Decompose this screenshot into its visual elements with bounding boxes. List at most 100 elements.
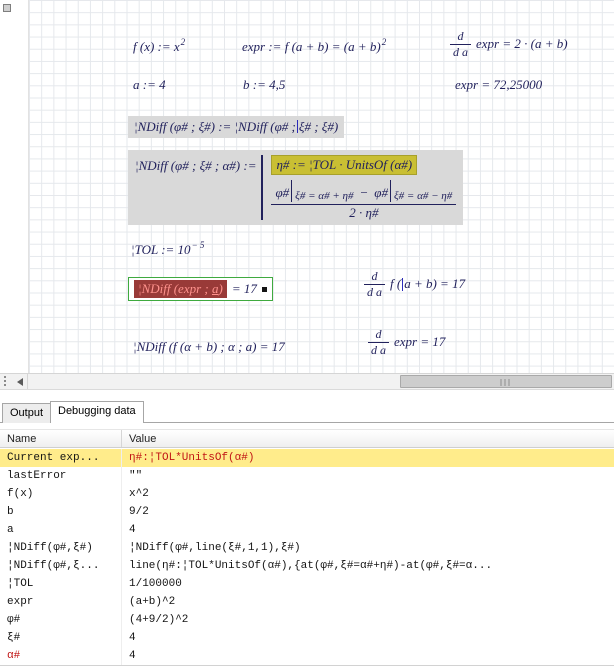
row-name: φ# bbox=[0, 611, 122, 629]
expr-ndiff2-definition[interactable]: ¦NDiff (φ# ; ξ#) := ¦NDiff (φ# ;ξ# ; ξ#) bbox=[128, 116, 344, 138]
expr-expr-value[interactable]: expr = 72,25000 bbox=[455, 77, 542, 93]
math-text: expr = 72,25000 bbox=[455, 77, 542, 92]
scrollbar-thumb[interactable] bbox=[400, 375, 612, 388]
fraction-denominator: 2 · η# bbox=[271, 205, 456, 220]
row-name: ¦TOL bbox=[0, 575, 122, 593]
math-text: a + b) = 17 bbox=[404, 276, 465, 292]
row-name: ξ# bbox=[0, 629, 122, 647]
math-text: a := 4 bbox=[133, 77, 166, 92]
expr-tol-definition[interactable]: ¦TOL := 10− 5 bbox=[131, 240, 204, 258]
derivative-fraction: d d a bbox=[450, 30, 471, 58]
table-row[interactable]: ¦NDiff(φ#,ξ#) ¦NDiff(φ#,line(ξ#,1,1),ξ#) bbox=[0, 539, 614, 557]
evaluate-at-condition: ξ# = α# − η# bbox=[390, 180, 452, 202]
derivative-fraction: d d a bbox=[368, 328, 389, 356]
expr-derivative-f[interactable]: d d a f (a + b) = 17 bbox=[364, 270, 465, 298]
expr-a-definition[interactable]: a := 4 bbox=[133, 77, 166, 93]
table-row[interactable]: ξ# 4 bbox=[0, 629, 614, 647]
expr-ndiff-f-alpha[interactable]: ¦NDiff (f (α + b) ; α ; a) = 17 bbox=[133, 339, 285, 355]
debug-table-body: Current exp... η#:¦TOL*UnitsOf(α#) lastE… bbox=[0, 449, 614, 665]
row-value: ¦NDiff(φ#,line(ξ#,1,1),ξ#) bbox=[122, 539, 614, 557]
minus-operator: − bbox=[359, 186, 368, 200]
math-text: = 17 bbox=[232, 281, 257, 297]
table-row-current-expression[interactable]: Current exp... η#:¦TOL*UnitsOf(α#) bbox=[0, 449, 614, 467]
row-name: Current exp... bbox=[0, 449, 122, 467]
derivative-fraction: d d a bbox=[364, 270, 385, 298]
fraction-denominator: d a bbox=[368, 343, 389, 357]
row-value: (a+b)^2 bbox=[122, 593, 614, 611]
superscript: 2 bbox=[382, 37, 387, 47]
scrollbar-grip-icon bbox=[501, 379, 512, 386]
program-block: η# := ¦TOL · UnitsOf (α#) φ#ξ# = α# + η#… bbox=[261, 155, 456, 220]
table-row[interactable]: expr (a+b)^2 bbox=[0, 593, 614, 611]
fraction-numerator: φ#ξ# = α# + η# − φ#ξ# = α# − η# bbox=[271, 180, 456, 205]
row-value: line(η#:¦TOL*UnitsOf(α#),{at(φ#,ξ#=α#+η#… bbox=[122, 557, 614, 575]
row-name: lastError bbox=[0, 467, 122, 485]
table-row[interactable]: ¦TOL 1/100000 bbox=[0, 575, 614, 593]
table-row[interactable]: a 4 bbox=[0, 521, 614, 539]
math-text: φ# bbox=[275, 186, 289, 200]
table-row[interactable]: ¦NDiff(φ#,ξ... line(η#:¦TOL*UnitsOf(α#),… bbox=[0, 557, 614, 575]
text-cursor bbox=[297, 120, 298, 133]
table-row[interactable]: b 9/2 bbox=[0, 503, 614, 521]
table-row[interactable]: f(x) x^2 bbox=[0, 485, 614, 503]
column-header-value[interactable]: Value bbox=[122, 430, 614, 447]
worksheet-canvas[interactable]: f (x) := x2 expr := f (a + b) = (a + b)2… bbox=[0, 0, 614, 373]
fraction-numerator: d bbox=[368, 328, 389, 343]
math-text: expr := f (a + b) = (a + b) bbox=[242, 39, 381, 54]
difference-quotient-fraction: φ#ξ# = α# + η# − φ#ξ# = α# − η# 2 · η# bbox=[271, 180, 456, 220]
expr-derivative-symbolic[interactable]: d d a expr = 2 · (a + b) bbox=[450, 30, 568, 58]
column-header-name[interactable]: Name bbox=[0, 430, 122, 447]
row-value: "" bbox=[122, 467, 614, 485]
placeholder-square-icon bbox=[262, 287, 267, 292]
row-name: α# bbox=[0, 647, 122, 665]
expr-ndiff-expr-a-selected[interactable]: ¦NDiff (expr ; a) = 17 bbox=[128, 277, 273, 301]
debug-table-header: Name Value bbox=[0, 429, 614, 448]
row-value: (4+9/2)^2 bbox=[122, 611, 614, 629]
row-value: 1/100000 bbox=[122, 575, 614, 593]
expr-b-definition[interactable]: b := 4,5 bbox=[243, 77, 285, 93]
tab-debugging-data[interactable]: Debugging data bbox=[50, 401, 144, 423]
breakpoint-highlight: ¦NDiff (expr ; a) bbox=[134, 280, 227, 298]
application-window: f (x) := x2 expr := f (a + b) = (a + b)2… bbox=[0, 0, 614, 672]
horizontal-scrollbar[interactable] bbox=[29, 374, 614, 389]
splitter-grip-icon bbox=[4, 376, 6, 387]
row-name: f(x) bbox=[0, 485, 122, 503]
fraction-numerator: d bbox=[364, 270, 385, 285]
math-text: f ( bbox=[390, 276, 401, 292]
math-text: ¦NDiff (f (α + b) ; α ; a) = 17 bbox=[133, 339, 285, 354]
math-text: expr = 17 bbox=[394, 334, 445, 350]
math-text: η# := ¦TOL · UnitsOf (α#) bbox=[276, 157, 412, 172]
math-text: ¦NDiff (φ# ; ξ# ; α#) := bbox=[135, 158, 256, 174]
table-row-alpha[interactable]: α# 4 bbox=[0, 647, 614, 665]
row-value: 4 bbox=[122, 629, 614, 647]
math-text: φ# bbox=[374, 186, 388, 200]
tab-output[interactable]: Output bbox=[2, 403, 51, 423]
expr-expr-definition[interactable]: expr := f (a + b) = (a + b)2 bbox=[242, 37, 386, 55]
table-row[interactable]: lastError "" bbox=[0, 467, 614, 485]
table-row[interactable]: φ# (4+9/2)^2 bbox=[0, 611, 614, 629]
math-text: expr = 2 · (a + b) bbox=[476, 36, 568, 52]
splitter-handle[interactable] bbox=[0, 374, 28, 389]
expr-ndiff3-definition[interactable]: ¦NDiff (φ# ; ξ# ; α#) := η# := ¦TOL · Un… bbox=[128, 150, 463, 225]
math-text: b := 4,5 bbox=[243, 77, 285, 92]
superscript: − 5 bbox=[192, 240, 205, 250]
fraction-denominator: d a bbox=[364, 285, 385, 299]
row-value: x^2 bbox=[122, 485, 614, 503]
math-text: ¦NDiff (φ# ; ξ#) := ¦NDiff (φ# ; bbox=[134, 119, 296, 134]
bottom-panel-tabbar: Output Debugging data bbox=[0, 397, 614, 423]
collapse-left-icon[interactable] bbox=[13, 378, 23, 386]
row-name: expr bbox=[0, 593, 122, 611]
page-anchor-icon bbox=[3, 4, 11, 12]
expr-derivative-expr-value[interactable]: d d a expr = 17 bbox=[368, 328, 445, 356]
current-statement-highlight: η# := ¦TOL · UnitsOf (α#) bbox=[271, 155, 417, 175]
worksheet-bottom-bar bbox=[0, 373, 614, 390]
evaluate-at-condition: ξ# = α# + η# bbox=[291, 180, 353, 202]
panel-bottom-divider bbox=[0, 665, 614, 666]
math-text: ξ# ; ξ#) bbox=[299, 119, 338, 134]
expr-fx-definition[interactable]: f (x) := x2 bbox=[133, 37, 185, 55]
math-text: f (x) := x bbox=[133, 39, 180, 54]
row-name: ¦NDiff(φ#,ξ... bbox=[0, 557, 122, 575]
row-name: ¦NDiff(φ#,ξ#) bbox=[0, 539, 122, 557]
text-cursor bbox=[402, 278, 403, 291]
row-name: b bbox=[0, 503, 122, 521]
